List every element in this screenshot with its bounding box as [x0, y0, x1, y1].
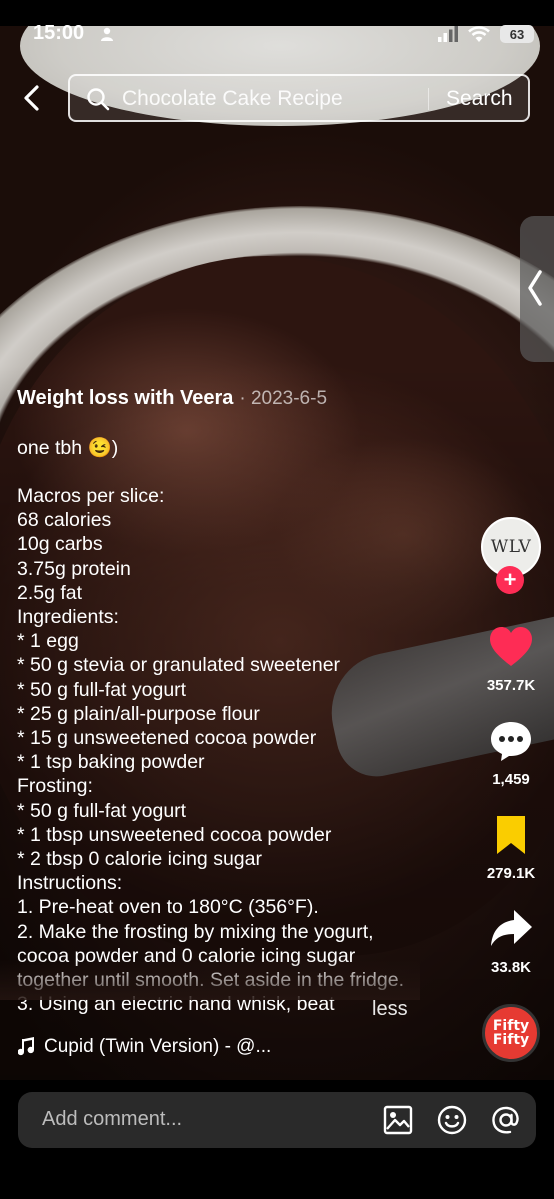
- bookmark-icon: [497, 816, 525, 854]
- search-bar[interactable]: Chocolate Cake Recipe Search: [68, 74, 530, 122]
- caption-header: Weight loss with Veera · 2023-6-5: [17, 386, 407, 411]
- author-name[interactable]: Weight loss with Veera: [17, 387, 233, 409]
- caption-fade: [0, 960, 420, 1000]
- share-button[interactable]: 33.8K: [478, 908, 544, 976]
- save-count: 279.1K: [486, 865, 536, 882]
- wifi-icon: [468, 25, 490, 42]
- music-info[interactable]: Cupid (Twin Version) - @...: [18, 1036, 271, 1058]
- music-title: Cupid (Twin Version) - @...: [44, 1036, 272, 1057]
- battery-indicator: 63: [500, 25, 534, 43]
- mention-icon[interactable]: [490, 1104, 522, 1136]
- post-date: · 2023-6-5: [239, 388, 328, 410]
- save-button[interactable]: 279.1K: [478, 814, 544, 882]
- heart-icon: [490, 627, 532, 666]
- status-indicators: 63: [438, 25, 534, 43]
- signal-icon: [438, 26, 458, 42]
- like-button[interactable]: 357.7K: [478, 626, 544, 694]
- share-icon: [491, 910, 532, 946]
- chevron-left-icon: [528, 270, 542, 306]
- search-button[interactable]: Search: [446, 87, 513, 111]
- person-icon: [101, 27, 113, 41]
- emoji-icon[interactable]: [436, 1104, 468, 1136]
- search-query[interactable]: Chocolate Cake Recipe: [122, 87, 343, 111]
- share-count: 33.8K: [490, 959, 532, 976]
- video-caption[interactable]: Weight loss with Veera · 2023-6-5 one tbh…: [17, 362, 407, 1041]
- comment-count: 1,459: [492, 771, 530, 788]
- follow-button[interactable]: +: [496, 566, 524, 594]
- image-icon[interactable]: [382, 1104, 414, 1136]
- caption-body: one tbh 😉) Macros per slice: 68 calories…: [17, 436, 404, 1016]
- search-divider: [428, 88, 429, 110]
- back-arrow-icon[interactable]: [18, 84, 46, 112]
- comment-button[interactable]: 1,459: [478, 720, 544, 788]
- bottom-bar: Add comment...: [0, 1080, 554, 1199]
- music-disc[interactable]: Fifty Fifty: [482, 1004, 540, 1062]
- side-panel-handle[interactable]: [520, 216, 554, 362]
- music-disc-label: Fifty Fifty: [492, 1018, 530, 1048]
- like-count: 357.7K: [486, 677, 536, 694]
- search-icon: [87, 88, 110, 111]
- comment-icon: [491, 722, 531, 761]
- music-note-icon: [18, 1037, 34, 1056]
- avatar-text: WLV: [490, 537, 532, 557]
- less-button[interactable]: less: [372, 998, 408, 1021]
- status-time: 15:00: [33, 22, 85, 44]
- comment-input[interactable]: Add comment...: [18, 1092, 536, 1148]
- comment-placeholder: Add comment...: [42, 1108, 183, 1130]
